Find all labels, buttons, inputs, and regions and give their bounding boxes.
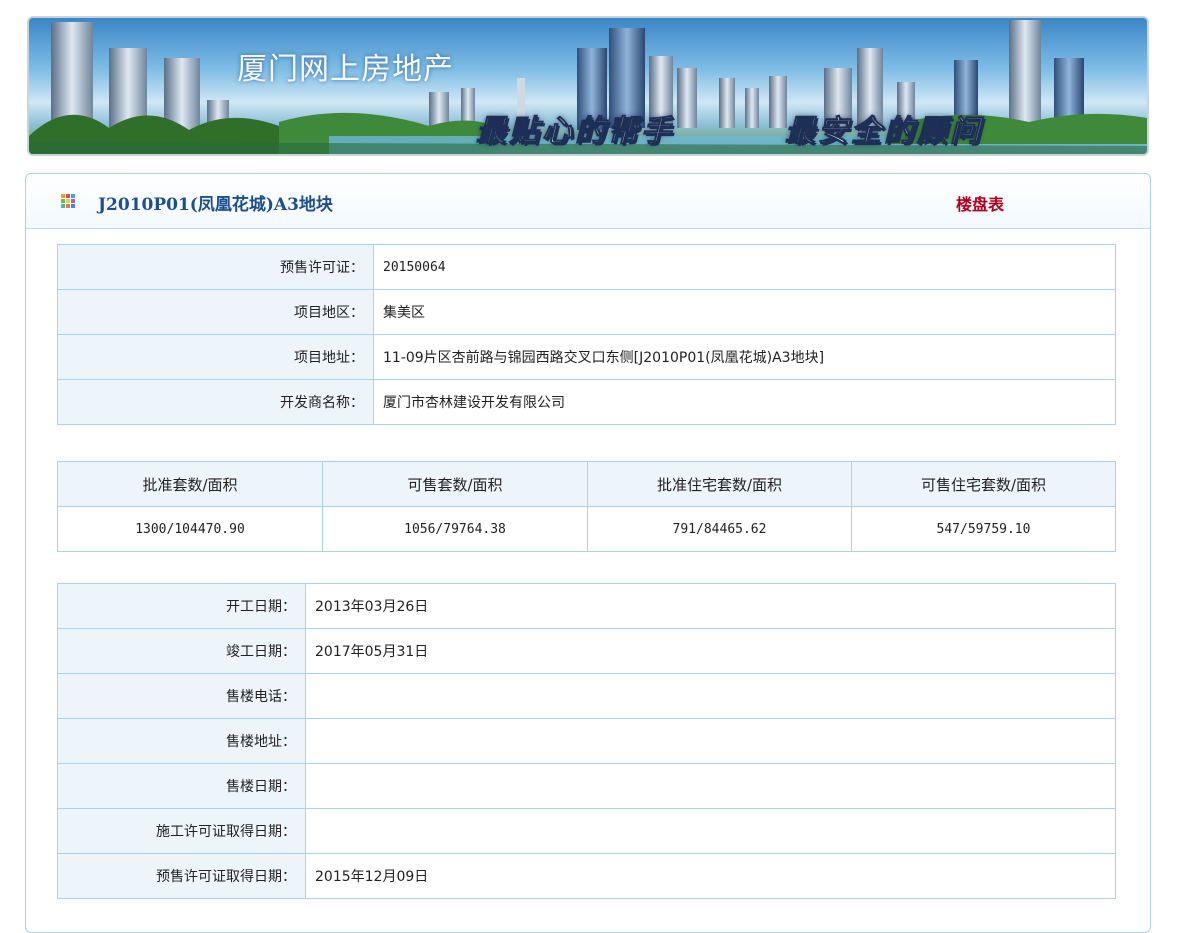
project-detail-panel: J2010P01(凤凰花城)A3地块 楼盘表 预售许可证： 20150064 项… — [25, 173, 1151, 933]
table-row: 施工许可证取得日期： — [57, 808, 1116, 854]
table-row: 售楼日期： — [57, 763, 1116, 809]
saleable-units-value: 1056/79764.38 — [322, 506, 588, 552]
approved-units-value: 1300/104470.90 — [57, 506, 323, 552]
table-row: 开工日期： 2013年03月26日 — [57, 583, 1116, 629]
table-row: 预售许可证： 20150064 — [57, 244, 1116, 290]
sales-address-label: 售楼地址： — [57, 718, 306, 764]
table-row: 开发商名称： 厦门市杏林建设开发有限公司 — [57, 379, 1116, 425]
project-district-value: 集美区 — [373, 289, 1116, 335]
unit-stats-table: 批准套数/面积 可售套数/面积 批准住宅套数/面积 可售住宅套数/面积 1300… — [57, 461, 1116, 552]
table-row: 项目地区： 集美区 — [57, 289, 1116, 335]
presale-permit-date-label: 预售许可证取得日期： — [57, 853, 306, 899]
table-row: 售楼电话： — [57, 673, 1116, 719]
project-address-label: 项目地址： — [57, 334, 374, 380]
banner-site-title: 厦门网上房地产 — [237, 52, 454, 87]
table-row: 1300/104470.90 1056/79764.38 791/84465.6… — [57, 506, 1116, 552]
completion-date-value: 2017年05月31日 — [305, 628, 1116, 674]
sales-phone-value — [305, 673, 1116, 719]
construction-permit-date-label: 施工许可证取得日期： — [57, 808, 306, 854]
sales-address-value — [305, 718, 1116, 764]
saleable-residential-value: 547/59759.10 — [851, 506, 1116, 552]
presale-permit-label: 预售许可证： — [57, 244, 374, 290]
developer-name-value: 厦门市杏林建设开发有限公司 — [373, 379, 1116, 425]
project-address-value: 11-09片区杏前路与锦园西路交叉口东侧[J2010P01(凤凰花城)A3地块] — [373, 334, 1116, 380]
approved-residential-header: 批准住宅套数/面积 — [587, 461, 852, 507]
project-district-label: 项目地区： — [57, 289, 374, 335]
construction-start-label: 开工日期： — [57, 583, 306, 629]
table-row: 预售许可证取得日期： 2015年12月09日 — [57, 853, 1116, 899]
project-title: J2010P01(凤凰花城)A3地块 — [98, 195, 333, 215]
saleable-units-header: 可售套数/面积 — [322, 461, 588, 507]
approved-residential-value: 791/84465.62 — [587, 506, 852, 552]
construction-permit-date-value — [305, 808, 1116, 854]
grid-dots-icon — [61, 194, 75, 208]
presale-permit-value: 20150064 — [373, 244, 1116, 290]
approved-units-header: 批准套数/面积 — [57, 461, 323, 507]
saleable-residential-header: 可售住宅套数/面积 — [851, 461, 1116, 507]
table-row: 售楼地址： — [57, 718, 1116, 764]
construction-start-value: 2013年03月26日 — [305, 583, 1116, 629]
banner-slogan-left: 最贴心的帮手 — [476, 114, 674, 150]
presale-permit-date-value: 2015年12月09日 — [305, 853, 1116, 899]
table-row: 项目地址： 11-09片区杏前路与锦园西路交叉口东侧[J2010P01(凤凰花城… — [57, 334, 1116, 380]
sales-phone-label: 售楼电话： — [57, 673, 306, 719]
banner-slogan-right: 最安全的顾问 — [785, 114, 983, 150]
panel-header: J2010P01(凤凰花城)A3地块 楼盘表 — [26, 174, 1150, 229]
basic-info-table: 预售许可证： 20150064 项目地区： 集美区 项目地址： 11-09片区杏… — [57, 244, 1116, 425]
listing-table-link[interactable]: 楼盘表 — [956, 191, 1004, 215]
site-banner: 厦门网上房地产 最贴心的帮手 最安全的顾问 — [27, 16, 1149, 156]
completion-date-label: 竣工日期： — [57, 628, 306, 674]
table-header-row: 批准套数/面积 可售套数/面积 批准住宅套数/面积 可售住宅套数/面积 — [57, 461, 1116, 507]
table-row: 竣工日期： 2017年05月31日 — [57, 628, 1116, 674]
sales-date-value — [305, 763, 1116, 809]
developer-name-label: 开发商名称： — [57, 379, 374, 425]
sales-date-label: 售楼日期： — [57, 763, 306, 809]
sales-dates-table: 开工日期： 2013年03月26日 竣工日期： 2017年05月31日 售楼电话… — [57, 583, 1116, 899]
